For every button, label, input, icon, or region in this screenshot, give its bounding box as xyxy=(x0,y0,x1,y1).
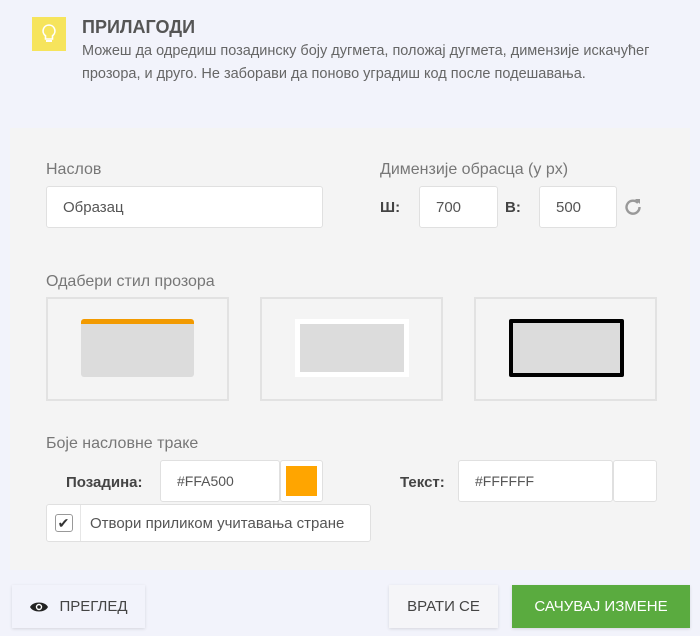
height-input[interactable]: 500 xyxy=(539,186,617,228)
back-button[interactable]: ВРАТИ СЕ xyxy=(389,585,498,628)
eye-icon xyxy=(30,602,49,611)
style-option-header-bar[interactable] xyxy=(46,297,229,401)
width-label: Ш: xyxy=(380,199,401,216)
background-color-label: Позадина: xyxy=(66,474,143,491)
dimensions-label: Димензије обрасца (у px) xyxy=(380,161,569,178)
text-color-swatch[interactable] xyxy=(613,460,657,502)
open-on-load-option[interactable]: ✔ Отвори приликом учитавања стране xyxy=(46,504,371,542)
style-option-black-border[interactable] xyxy=(474,297,657,401)
height-label: В: xyxy=(505,199,521,216)
colors-label: Боје насловне траке xyxy=(46,435,199,452)
page-title: ПРИЛАГОДИ xyxy=(82,17,196,37)
refresh-icon[interactable] xyxy=(623,197,643,222)
preview-label: ПРЕГЛЕД xyxy=(59,598,128,615)
background-color-input[interactable]: #FFA500 xyxy=(160,460,280,502)
text-color-label: Текст: xyxy=(400,474,445,491)
title-label: Наслов xyxy=(46,161,102,178)
width-input[interactable]: 700 xyxy=(419,186,498,228)
lightbulb-icon xyxy=(32,17,66,51)
open-on-load-checkbox[interactable]: ✔ xyxy=(54,514,73,532)
open-on-load-label: Отвори приликом учитавања стране xyxy=(90,514,345,532)
text-color-input[interactable]: #FFFFFF xyxy=(458,460,613,502)
save-changes-button[interactable]: САЧУВАЈ ИЗМЕНЕ xyxy=(512,585,690,628)
style-option-white-border[interactable] xyxy=(260,297,443,401)
title-input[interactable]: Образац xyxy=(46,186,323,228)
background-color-swatch[interactable] xyxy=(280,460,323,502)
style-label: Одабери стил прозора xyxy=(46,273,215,290)
page-description: Можеш да одредиш позадинску боју дугмета… xyxy=(82,43,650,82)
preview-button[interactable]: ПРЕГЛЕД xyxy=(12,585,145,628)
